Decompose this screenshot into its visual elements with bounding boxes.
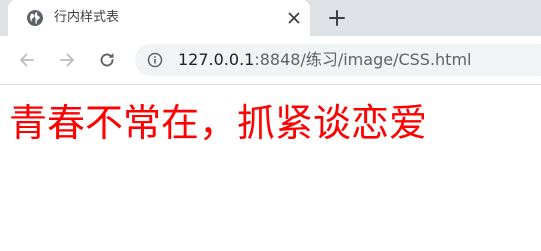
- browser-toolbar: 127.0.0.1:8848/练习/image/CSS.html: [0, 36, 541, 85]
- page-heading: 青春不常在，抓紧谈恋爱: [9, 101, 428, 145]
- url-host: 127.0.0.1: [178, 50, 255, 69]
- arrow-left-icon[interactable]: [17, 50, 37, 70]
- url-text[interactable]: 127.0.0.1:8848/练习/image/CSS.html: [178, 50, 471, 70]
- globe-icon: [27, 10, 43, 26]
- tab-strip: 行内样式表: [0, 0, 541, 36]
- info-icon[interactable]: [147, 52, 163, 68]
- reload-icon[interactable]: [97, 50, 117, 70]
- url-path: :8848/练习/image/CSS.html: [254, 50, 472, 69]
- address-bar[interactable]: 127.0.0.1:8848/练习/image/CSS.html: [135, 44, 541, 76]
- page-content: 青春不常在，抓紧谈恋爱: [0, 85, 541, 251]
- plus-icon[interactable]: [326, 7, 348, 29]
- browser-tab[interactable]: 行内样式表: [8, 0, 310, 36]
- arrow-right-icon[interactable]: [57, 50, 77, 70]
- close-icon[interactable]: [286, 10, 302, 26]
- tab-title: 行内样式表: [54, 10, 120, 25]
